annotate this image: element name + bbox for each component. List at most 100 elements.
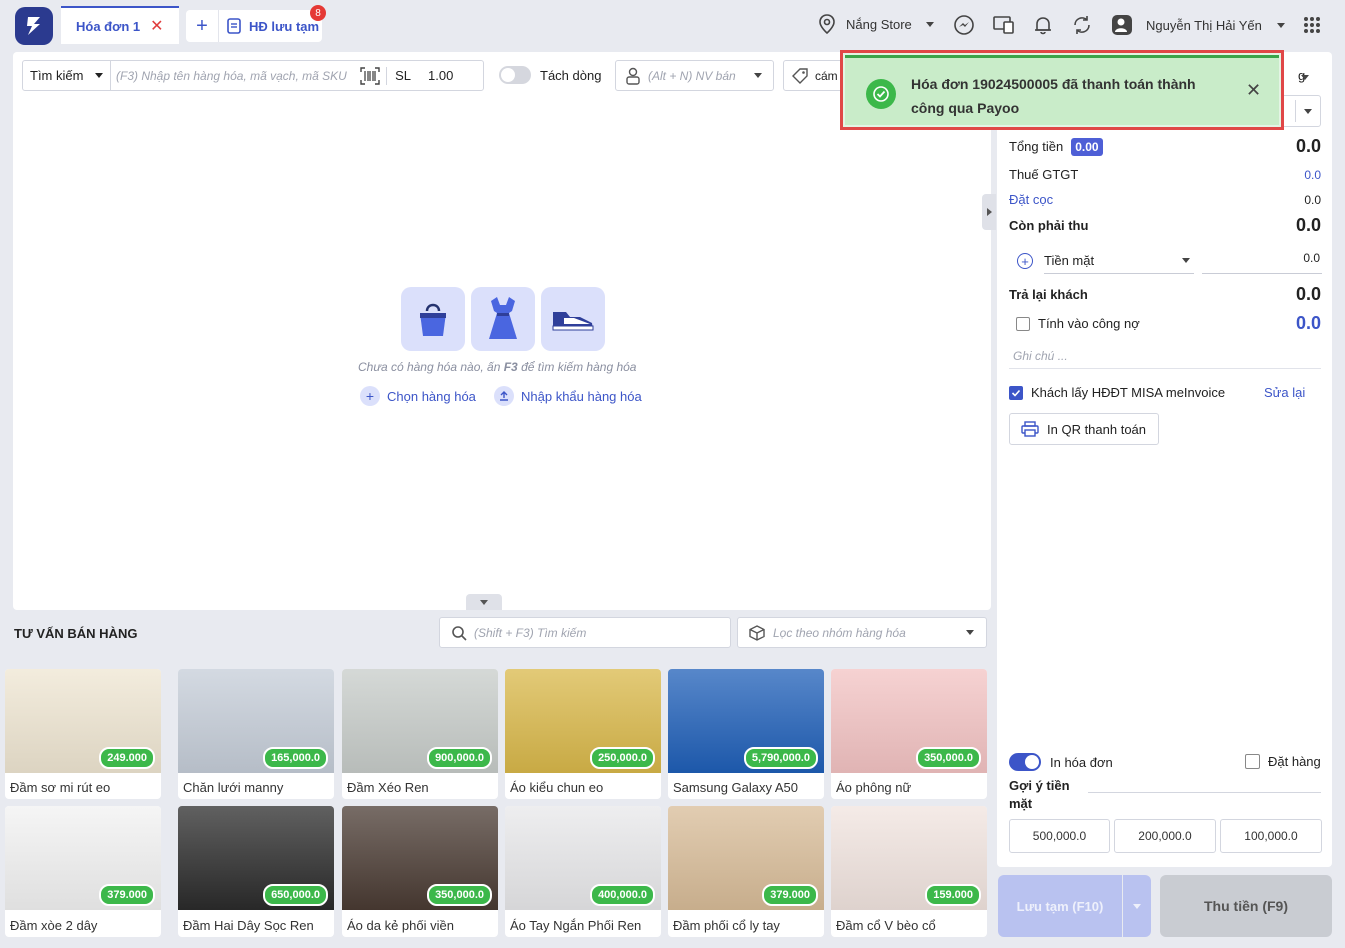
cash-suggestion-button[interactable]: 100,000.0	[1220, 819, 1322, 853]
tag-icon	[792, 67, 808, 84]
chevron-down-icon	[1133, 903, 1141, 909]
bag-icon	[401, 287, 465, 351]
price-tag-select[interactable]: cám	[783, 60, 847, 91]
chevron-down-icon	[95, 73, 104, 78]
print-invoice-label: In hóa đơn	[1050, 754, 1113, 770]
collapse-suggestions-handle[interactable]	[466, 594, 502, 610]
product-card[interactable]: 900,000.0 Đầm Xéo Ren	[342, 669, 498, 799]
messenger-icon[interactable]	[952, 13, 976, 37]
user-menu[interactable]: Nguyễn Thị Hải Yến	[1110, 13, 1285, 37]
product-card[interactable]: 165,000.0 Chăn lưới manny	[178, 669, 334, 799]
product-card[interactable]: 400,000.0 Áo Tay Ngắn Phối Ren	[505, 806, 661, 937]
staff-icon	[626, 67, 640, 85]
document-icon	[227, 18, 241, 34]
print-invoice-toggle[interactable]: In hóa đơn	[1009, 753, 1113, 771]
product-card[interactable]: 159.000 Đầm cổ V bèo cổ	[831, 806, 987, 937]
printer-icon	[1021, 421, 1039, 437]
cash-suggestions: 500,000.0 200,000.0 100,000.0	[1009, 819, 1322, 853]
product-card[interactable]: 379.000 Đầm phối cổ ly tay	[668, 806, 824, 937]
total-row: Tổng tiền 0.00 0.0	[1009, 136, 1321, 157]
product-price-badge: 5,790,000.0	[743, 747, 818, 769]
vat-row: Thuế GTGT 0.0	[1009, 167, 1321, 182]
change-row: Trả lại khách 0.0	[1009, 284, 1321, 305]
apps-grid-icon[interactable]	[1303, 16, 1321, 34]
saved-invoices-tab[interactable]: HĐ lưu tạm	[218, 10, 322, 42]
product-card[interactable]: 650,000.0 Đầm Hai Dây Sọc Ren	[178, 806, 334, 937]
debt-row: Tính vào công nợ 0.0	[1009, 313, 1321, 334]
box-icon	[749, 624, 765, 641]
new-tab-button[interactable]: +	[186, 10, 218, 42]
chevron-down-icon	[1304, 109, 1312, 114]
product-name: Đầm xòe 2 dây	[10, 918, 98, 933]
search-mode-label: Tìm kiếm	[30, 68, 84, 83]
collect-payment-button[interactable]: Thu tiền (F9)	[1160, 875, 1332, 937]
chevron-down-icon	[480, 599, 488, 605]
chevron-down-icon	[754, 73, 762, 78]
print-invoice-switch[interactable]	[1009, 753, 1041, 771]
success-icon	[866, 79, 896, 109]
edit-einvoice-link[interactable]: Sửa lại	[1264, 385, 1305, 400]
staff-select[interactable]: (Alt + N) NV bán	[615, 60, 774, 91]
product-card[interactable]: 5,790,000.0 Samsung Galaxy A50	[668, 669, 824, 799]
order-checkbox[interactable]	[1245, 754, 1260, 769]
order-row: Đặt hàng	[1245, 754, 1321, 769]
einvoice-checkbox[interactable]	[1009, 385, 1023, 400]
product-card[interactable]: 350,000.0 Áo phông nữ	[831, 669, 987, 799]
product-group-filter[interactable]: Lọc theo nhóm hàng hóa	[737, 617, 987, 648]
add-payment-icon[interactable]: +	[1017, 253, 1033, 269]
advice-search-input[interactable]: (Shift + F3) Tìm kiếm	[439, 617, 731, 648]
saved-invoices-label: HĐ lưu tạm	[249, 18, 320, 34]
split-line-toggle[interactable]: Tách dòng	[499, 66, 601, 84]
product-card[interactable]: 249.000 Đầm sơ mi rút eo	[5, 669, 161, 799]
product-name: Áo da kẻ phối viền	[347, 918, 454, 933]
save-draft-options[interactable]	[1123, 875, 1151, 937]
import-products-link[interactable]: Nhập khẩu hàng hóa	[494, 386, 642, 406]
order-label: Đặt hàng	[1268, 754, 1321, 769]
location-pin-icon	[819, 14, 835, 34]
chevron-right-icon	[986, 208, 992, 216]
vat-value[interactable]: 0.0	[1304, 168, 1321, 182]
store-name: Nắng Store	[846, 16, 912, 32]
print-qr-button[interactable]: In QR thanh toán	[1009, 413, 1159, 445]
bell-icon[interactable]	[1031, 13, 1055, 37]
cash-suggestion-button[interactable]: 500,000.0	[1009, 819, 1110, 853]
product-card[interactable]: 379.000 Đầm xòe 2 dây	[5, 806, 161, 937]
split-line-label: Tách dòng	[540, 67, 602, 83]
product-card[interactable]: 350,000.0 Áo da kẻ phối viền	[342, 806, 498, 937]
product-card[interactable]: 250,000.0 Áo kiểu chun eo	[505, 669, 661, 799]
store-selector[interactable]: Nắng Store	[818, 14, 934, 34]
screens-icon[interactable]	[992, 13, 1016, 37]
debt-value: 0.0	[1295, 313, 1321, 333]
split-line-switch[interactable]	[499, 66, 531, 84]
cash-suggestion-button[interactable]: 200,000.0	[1114, 819, 1216, 853]
logo-icon	[27, 17, 40, 35]
barcode-icon[interactable]	[358, 61, 382, 90]
collapse-right-panel-handle[interactable]	[982, 194, 996, 230]
product-price-badge: 165,000.0	[263, 747, 328, 769]
user-name: Nguyễn Thị Hải Yến	[1146, 17, 1262, 33]
note-input[interactable]: Ghi chú ...	[1009, 343, 1321, 369]
close-toast-icon[interactable]: ✕	[1246, 80, 1261, 101]
amount-due-row: Còn phải thu 0.0	[1009, 215, 1321, 236]
save-draft-button[interactable]: Lưu tạm (F10)	[998, 875, 1122, 937]
quantity-input[interactable]: 1.00	[428, 68, 483, 83]
check-icon	[1011, 389, 1021, 397]
close-tab-icon[interactable]: ✕	[150, 16, 163, 36]
total-label: Tổng tiền	[1009, 139, 1064, 154]
debt-checkbox[interactable]	[1016, 316, 1030, 331]
payment-method-select[interactable]: Tiền mặt	[1044, 248, 1194, 274]
tab-invoice-1[interactable]: Hóa đơn 1 ✕	[61, 6, 179, 44]
product-name: Đầm cổ V bèo cổ	[836, 918, 936, 933]
payment-amount-input[interactable]: 0.0	[1202, 248, 1322, 274]
product-search-input[interactable]: (F3) Nhập tên hàng hóa, mã vạch, mã SKU	[111, 68, 358, 83]
search-mode-select[interactable]: Tìm kiếm	[23, 61, 111, 90]
choose-products-link[interactable]: + Chọn hàng hóa	[360, 386, 476, 406]
plus-icon: +	[360, 386, 380, 406]
product-price-badge: 900,000.0	[427, 747, 492, 769]
tab-invoice-1-label: Hóa đơn 1	[76, 18, 141, 34]
user-avatar-icon	[1112, 15, 1132, 35]
sync-icon[interactable]	[1070, 13, 1094, 37]
app-logo[interactable]	[15, 7, 53, 45]
deposit-link[interactable]: Đặt cọc	[1009, 192, 1053, 207]
deposit-row: Đặt cọc 0.0	[1009, 192, 1321, 207]
